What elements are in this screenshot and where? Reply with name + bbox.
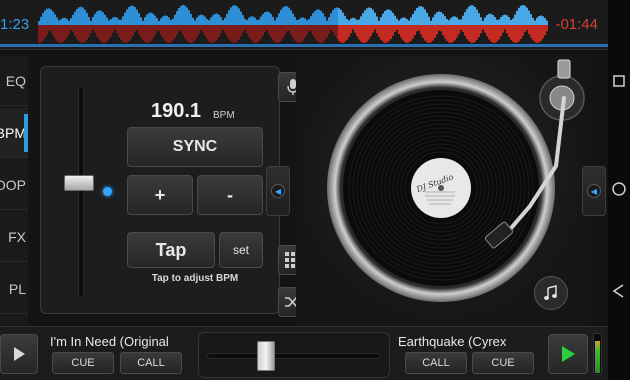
back-icon[interactable] xyxy=(610,282,628,300)
home-icon[interactable] xyxy=(610,180,628,198)
play-icon xyxy=(562,346,575,362)
tonearm[interactable] xyxy=(470,56,590,256)
pitch-plus-button[interactable]: + xyxy=(127,175,193,215)
active-tab-indicator xyxy=(24,114,28,152)
tab-bpm[interactable]: BPM xyxy=(0,108,28,158)
time-elapsed: 1:23 xyxy=(0,16,30,33)
tab-fx[interactable]: FX xyxy=(0,212,28,262)
music-add-icon xyxy=(544,285,557,300)
tonearm-headshell xyxy=(484,221,514,249)
tap-hint: Tap to adjust BPM xyxy=(151,273,239,284)
bpm-unit: BPM xyxy=(213,110,235,121)
sync-button[interactable]: SYNC xyxy=(127,127,263,167)
cue-button-left[interactable]: CUE xyxy=(52,352,114,374)
tonearm-counterweight xyxy=(557,59,571,79)
spindle xyxy=(438,185,444,191)
cue-button-right[interactable]: CUE xyxy=(472,352,534,374)
play-button-left[interactable] xyxy=(0,334,38,374)
vu-meter-level xyxy=(595,341,600,373)
track-waveform[interactable] xyxy=(38,4,548,46)
vu-meter xyxy=(593,333,602,375)
crossfader-track xyxy=(207,353,381,359)
crossfader[interactable] xyxy=(198,332,390,378)
tab-pl[interactable]: PL xyxy=(0,264,28,314)
arrow-left-icon: ◀ xyxy=(271,184,285,198)
play-button-right[interactable] xyxy=(548,334,588,374)
call-button-left[interactable]: CALL xyxy=(120,352,182,374)
recent-apps-icon[interactable] xyxy=(610,72,628,90)
pitch-minus-button[interactable]: - xyxy=(197,175,263,215)
system-nav-bar xyxy=(608,0,630,380)
play-icon xyxy=(14,347,25,361)
deck-collapse-left-button[interactable]: ◀ xyxy=(266,166,290,216)
time-remaining: -01:44 xyxy=(555,16,598,33)
pitch-center-indicator xyxy=(103,187,112,196)
pitch-slider-track[interactable] xyxy=(78,87,84,297)
crossfader-thumb[interactable] xyxy=(256,341,275,371)
deck-collapse-right-button[interactable]: ◀ xyxy=(582,166,606,216)
waveform-header[interactable]: 1:23 -01:44 xyxy=(0,0,610,50)
arrow-left-icon: ◀ xyxy=(587,184,601,198)
track-title-right: Earthquake (Cyrex xyxy=(398,334,507,349)
deck-tab-bar: EQ BPM LOOP FX PL xyxy=(0,56,28,326)
tap-button[interactable]: Tap xyxy=(127,232,215,268)
waveform-progress-line xyxy=(0,44,610,47)
call-button-right[interactable]: CALL xyxy=(405,352,467,374)
pitch-slider-thumb[interactable] xyxy=(64,175,94,191)
tab-eq[interactable]: EQ xyxy=(0,56,28,106)
track-title-left: I'm In Need (Original xyxy=(50,334,169,349)
bpm-value: 190.1 xyxy=(151,100,202,122)
set-button[interactable]: set xyxy=(219,232,263,268)
tab-loop[interactable]: LOOP xyxy=(0,160,28,210)
add-music-button[interactable] xyxy=(534,276,568,310)
pitch-panel: 190.1 BPM SYNC + - Tap set Tap to adjust… xyxy=(40,66,280,314)
